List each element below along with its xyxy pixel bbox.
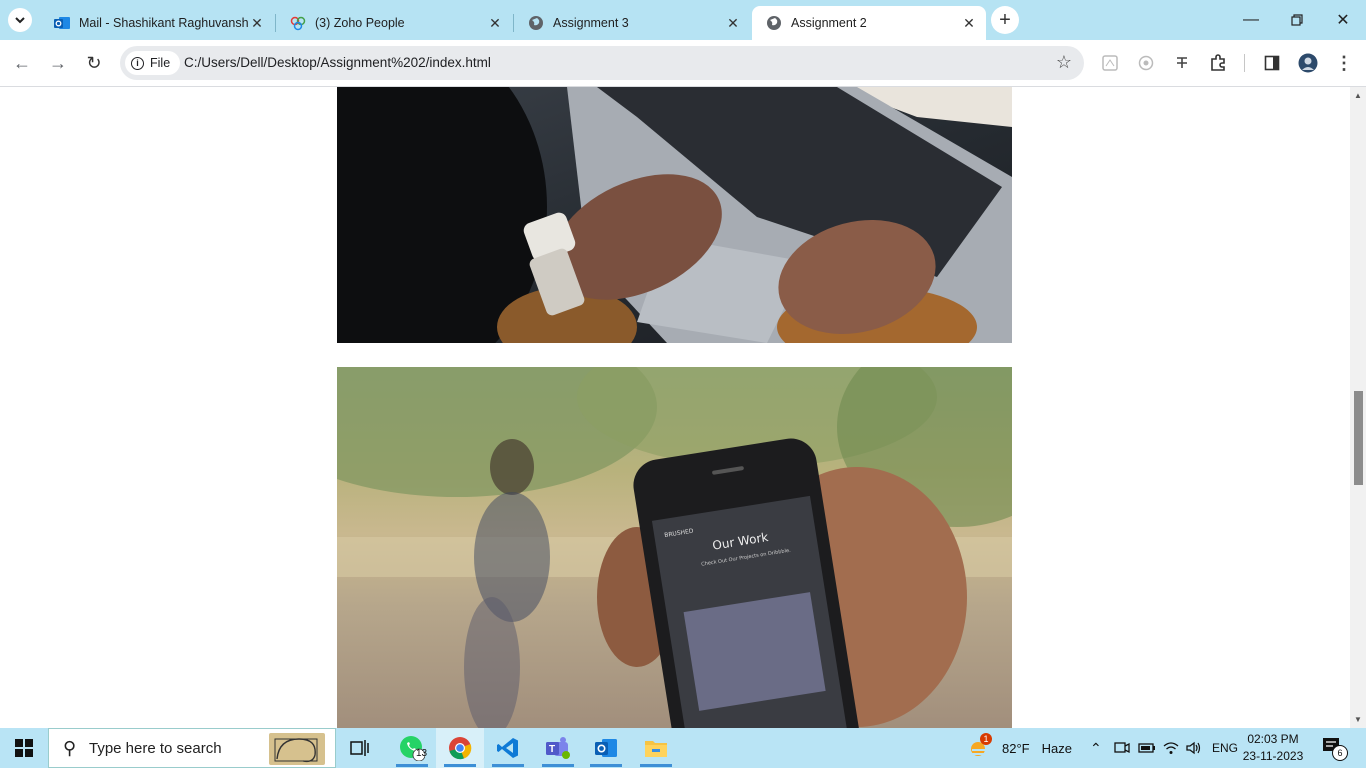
minimize-button[interactable]: — (1228, 0, 1274, 40)
close-tab-icon[interactable]: ✕ (486, 14, 504, 32)
extension-icon[interactable] (1100, 53, 1120, 73)
task-view-button[interactable] (336, 728, 384, 768)
vertical-scrollbar[interactable]: ▲ ▼ (1350, 87, 1366, 728)
weather-condition: Haze (1041, 740, 1072, 756)
globe-icon (766, 15, 782, 31)
restore-icon (1291, 14, 1303, 26)
close-tab-icon[interactable]: ✕ (724, 14, 742, 32)
toolbar-divider (1244, 54, 1245, 72)
plus-icon: + (999, 8, 1011, 31)
tab-search-button[interactable] (8, 8, 32, 32)
folder-icon (645, 741, 667, 757)
whatsapp-badge: 13 (416, 748, 428, 759)
address-bar[interactable]: i File C:/Users/Dell/Desktop/Assignment%… (120, 46, 1084, 80)
side-panel-icon[interactable] (1262, 53, 1282, 73)
chevron-up-icon: ⌃ (1090, 739, 1102, 756)
chrome-app[interactable] (436, 728, 484, 768)
volume-icon[interactable] (1186, 728, 1202, 768)
close-tab-icon[interactable]: ✕ (960, 14, 978, 32)
laptop-typing-image (337, 87, 1012, 343)
extensions-puzzle-icon[interactable] (1208, 53, 1228, 73)
windows-taskbar: ⚲ Type here to search 13 T 1 82°F Haze ⌃ (0, 728, 1366, 768)
profile-avatar[interactable] (1298, 53, 1318, 73)
scheme-label: File (150, 56, 171, 70)
whatsapp-app[interactable]: 13 (388, 728, 436, 768)
show-hidden-icons-button[interactable]: ⌃ (1090, 728, 1102, 768)
back-button[interactable]: ← (8, 49, 36, 77)
weather-sun-icon: 1 (968, 733, 992, 759)
search-highlight-icon (269, 733, 325, 765)
tab-title: Assignment 2 (791, 16, 867, 30)
forward-button[interactable]: → (44, 49, 72, 77)
site-info-chip[interactable]: i File (125, 51, 181, 75)
tab-strip: Mail - Shashikant Raghuvanshi ✕ (3) Zoho… (0, 0, 1366, 40)
arrow-left-icon: ← (13, 52, 31, 73)
clock-date: 23-11-2023 (1242, 749, 1304, 763)
tab-title: (3) Zoho People (315, 16, 405, 30)
chrome-icon (449, 737, 472, 760)
page-content: BRUSHED Our Work Check Out Our Projects … (0, 87, 1350, 728)
browser-toolbar: ← → ↻ i File C:/Users/Dell/Desktop/Assig… (0, 40, 1366, 87)
info-icon: i (131, 56, 144, 70)
start-button[interactable] (0, 728, 48, 768)
system-clock[interactable]: 02:03 PM 23-11-2023 (1240, 731, 1306, 765)
file-explorer-app[interactable] (632, 728, 680, 768)
notification-center-button[interactable]: 6 (1322, 728, 1348, 768)
phone-in-hand-image: BRUSHED Our Work Check Out Our Projects … (337, 367, 1012, 728)
minimize-icon: — (1243, 11, 1259, 28)
reload-button[interactable]: ↻ (80, 49, 108, 77)
outlook-app[interactable] (582, 728, 630, 768)
windows-logo-icon (15, 739, 33, 757)
globe-icon (528, 15, 544, 31)
weather-alert-badge: 1 (980, 733, 992, 745)
scroll-up-arrow-icon[interactable]: ▲ (1354, 91, 1362, 100)
wifi-icon[interactable] (1163, 728, 1179, 768)
close-icon: ✕ (1336, 12, 1350, 29)
teams-app[interactable]: T (534, 728, 582, 768)
new-tab-button[interactable]: + (991, 6, 1019, 34)
vscode-app[interactable] (484, 728, 532, 768)
notification-icon: 6 (1322, 737, 1348, 761)
outlook-icon (595, 739, 617, 757)
battery-icon[interactable] (1138, 728, 1156, 768)
close-window-button[interactable]: ✕ (1320, 0, 1366, 40)
tab-mail[interactable]: Mail - Shashikant Raghuvanshi ✕ (40, 6, 274, 40)
reload-icon: ↻ (86, 52, 102, 73)
bookmark-star-icon[interactable]: ☆ (1056, 52, 1072, 73)
tab-title: Assignment 3 (553, 16, 629, 30)
chevron-down-icon (15, 17, 25, 24)
outlook-icon (54, 15, 70, 31)
menu-kebab-icon[interactable]: ⋮ (1334, 53, 1354, 73)
url-text[interactable]: C:/Users/Dell/Desktop/Assignment%202/ind… (184, 55, 491, 70)
search-icon: ⚲ (63, 738, 77, 758)
task-view-icon (350, 740, 369, 756)
notification-count: 6 (1332, 745, 1348, 761)
scrollbar-thumb[interactable] (1354, 391, 1363, 485)
vscode-icon (497, 738, 518, 758)
clock-time: 02:03 PM (1247, 732, 1299, 746)
tab-assignment-3[interactable]: Assignment 3 ✕ (514, 6, 750, 40)
arrow-right-icon: → (49, 52, 67, 73)
taskbar-search-box[interactable]: ⚲ Type here to search (48, 728, 336, 768)
weather-widget[interactable]: 1 82°F Haze (968, 728, 1072, 768)
svg-text:T: T (549, 744, 555, 755)
tab-zoho[interactable]: (3) Zoho People ✕ (276, 6, 512, 40)
meet-now-icon[interactable] (1114, 728, 1130, 768)
search-placeholder: Type here to search (89, 740, 222, 757)
tab-assignment-2[interactable]: Assignment 2 ✕ (752, 6, 986, 40)
close-tab-icon[interactable]: ✕ (248, 14, 266, 32)
input-language[interactable]: ENG (1212, 728, 1238, 768)
extension-icon[interactable] (1172, 53, 1192, 73)
extension-icon[interactable] (1136, 53, 1156, 73)
zoho-icon (290, 15, 306, 31)
tab-title: Mail - Shashikant Raghuvanshi (79, 16, 248, 30)
restore-button[interactable] (1274, 0, 1320, 40)
weather-temp: 82°F (1002, 740, 1030, 756)
scroll-down-arrow-icon[interactable]: ▼ (1354, 715, 1362, 724)
teams-icon: T (546, 737, 570, 759)
